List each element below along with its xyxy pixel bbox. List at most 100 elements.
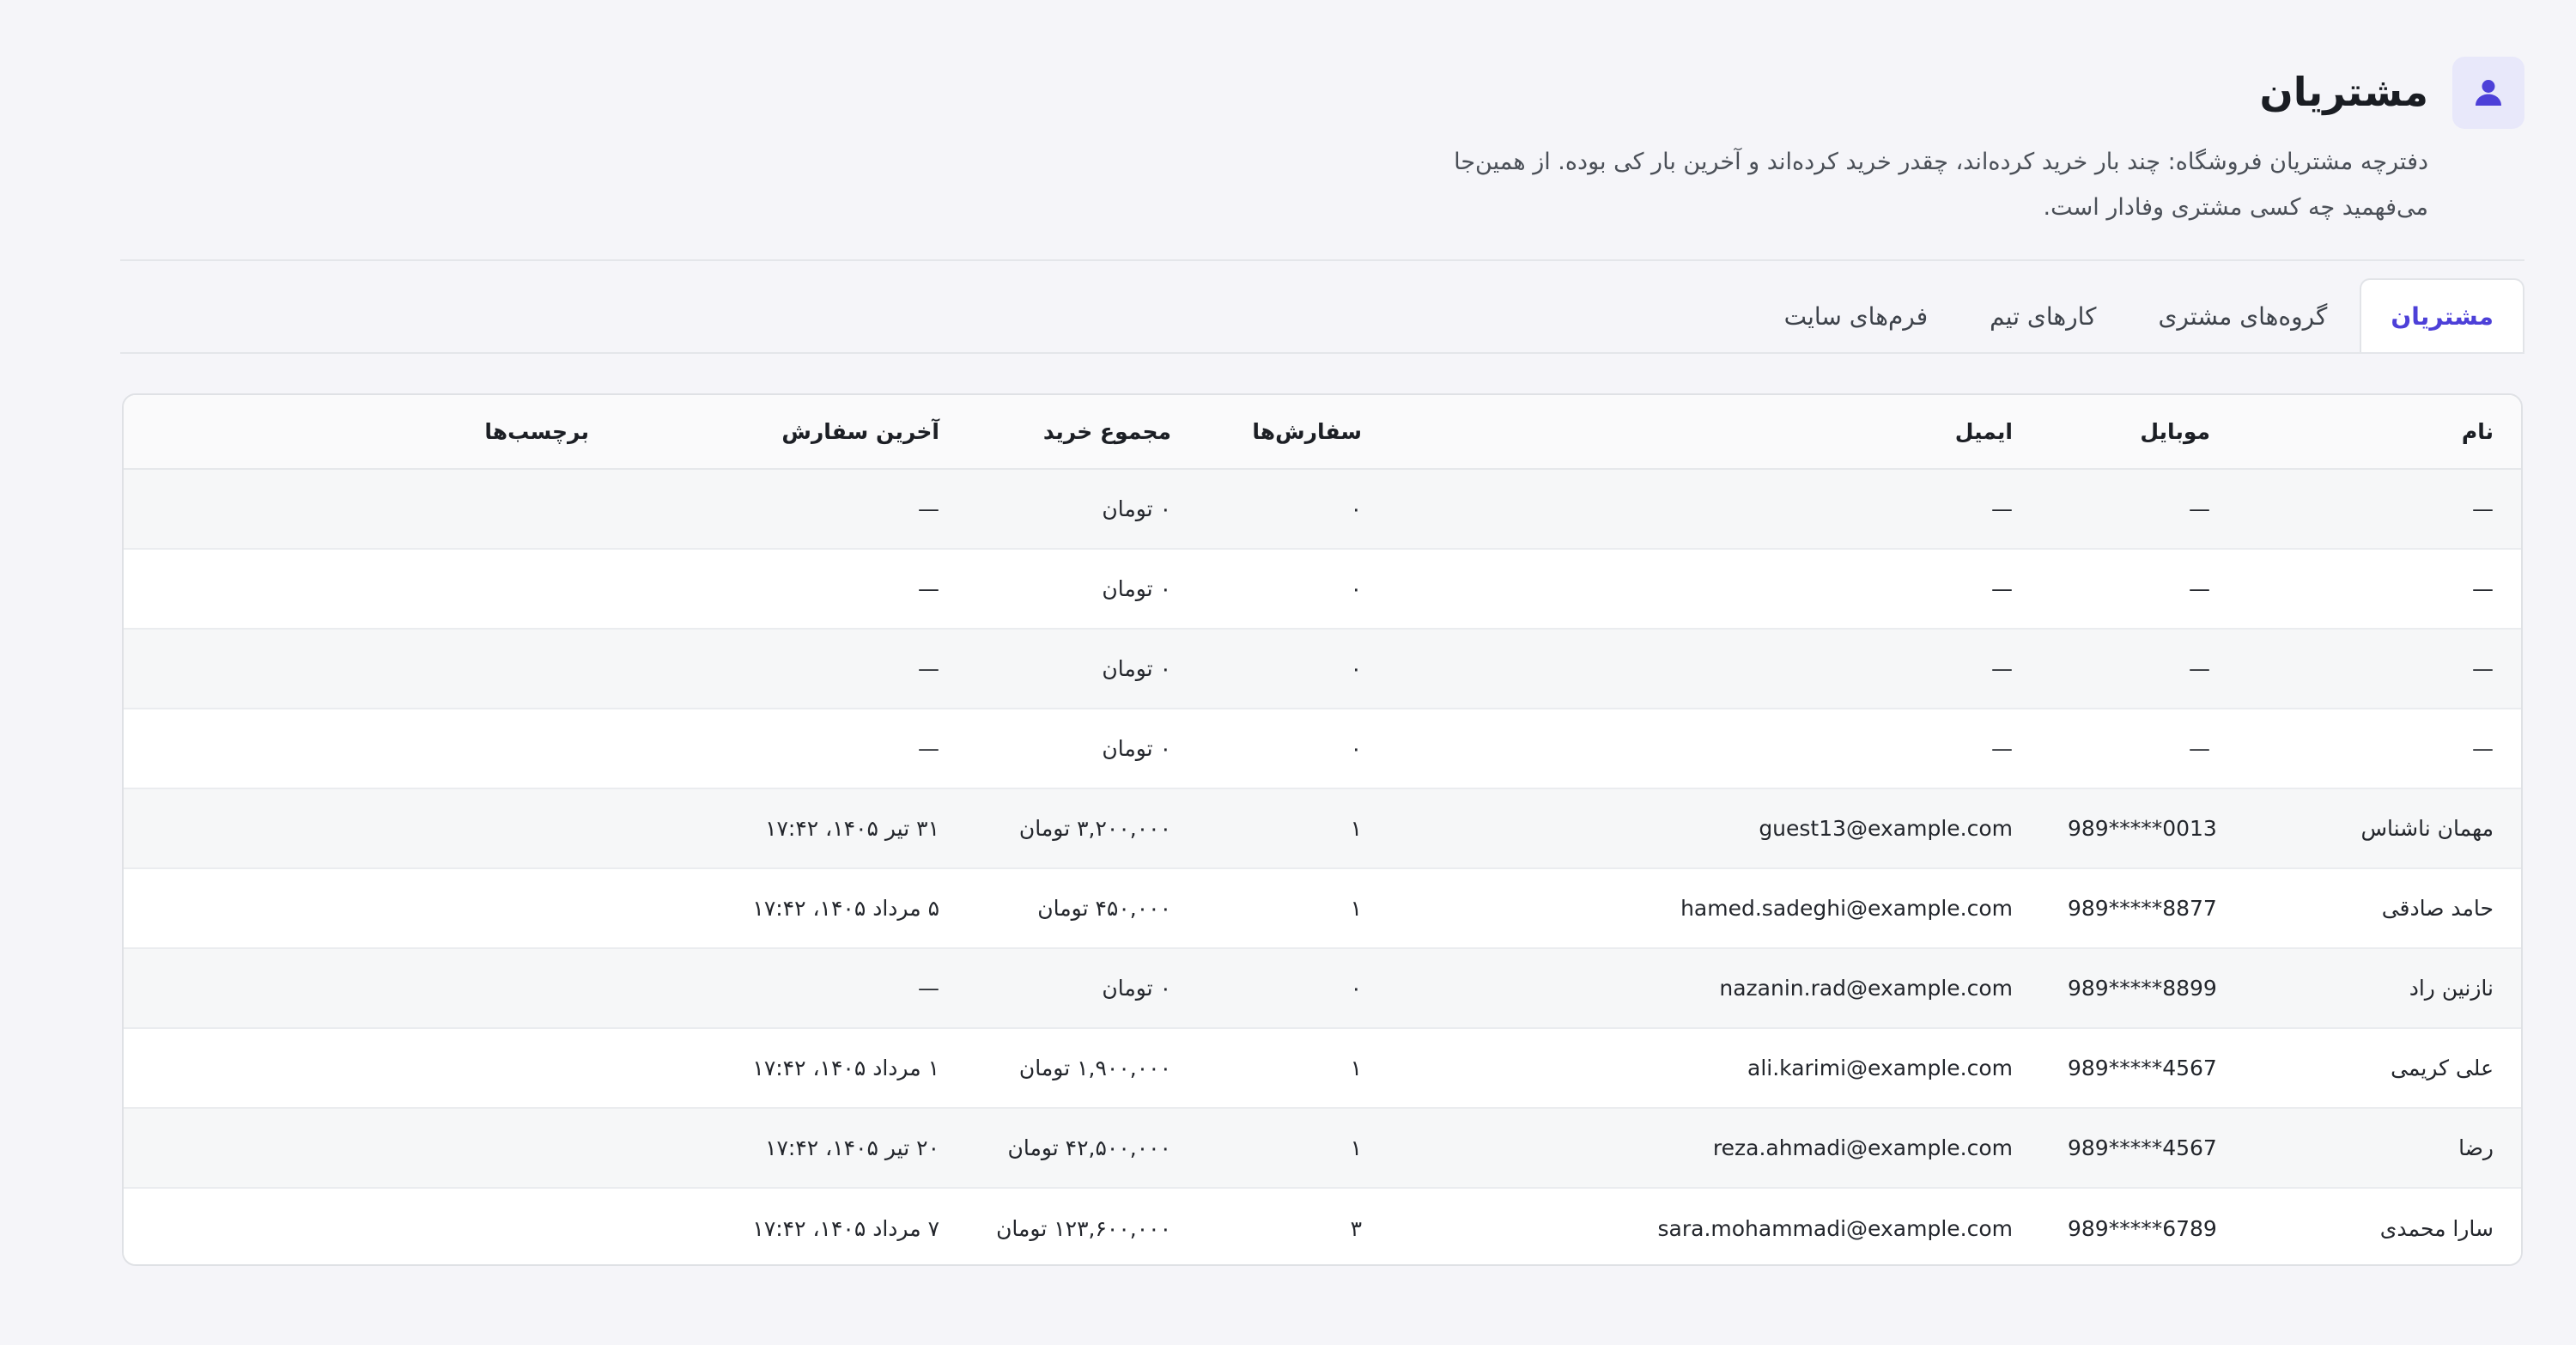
cell-name: حامد صادقی — [2381, 896, 2494, 921]
cell-mobile: 989*****4567 — [2068, 1056, 2217, 1080]
tab-customer-groups[interactable]: گروه‌های مشتری — [2129, 278, 2357, 354]
column-header-mobile[interactable]: موبایل — [2040, 395, 2238, 470]
table-row[interactable]: — — — ۰ ۰ تومان — — [124, 549, 2521, 629]
cell-last-order: ۱ مرداد ۱۴۰۵، ۱۷:۴۲ — [752, 1056, 939, 1080]
cell-tags — [124, 948, 623, 1028]
tab-team-tasks[interactable]: کارهای تیم — [1960, 278, 2125, 354]
cell-tags — [124, 549, 623, 629]
table-row[interactable]: سارا محمدی 989*****6789 sara.mohammadi@exa… — [124, 1188, 2521, 1264]
cell-total: ۳,۲۰۰,۰۰۰ تومان — [1018, 816, 1171, 841]
column-header-email[interactable]: ایمیل — [1413, 395, 2040, 470]
cell-name: مهمان ناشناس — [2360, 816, 2494, 841]
cell-email: hamed.sadeghi@example.com — [1680, 896, 2013, 921]
cell-email: ali.karimi@example.com — [1747, 1056, 2013, 1080]
cell-mobile: 989*****6789 — [2068, 1215, 2217, 1241]
cell-last-order: — — [918, 656, 939, 681]
cell-last-order: ۵ مرداد ۱۴۰۵، ۱۷:۴۲ — [752, 896, 939, 921]
cell-total: ۰ تومان — [1102, 736, 1171, 761]
cell-total: ۴۵۰,۰۰۰ تومان — [1037, 896, 1171, 921]
column-header-tags[interactable]: برچسب‌ها — [124, 395, 623, 470]
cell-total: ۰ تومان — [1102, 496, 1171, 521]
cell-tags — [124, 709, 623, 788]
cell-orders: ۰ — [1350, 576, 1362, 601]
cell-name: — — [2472, 736, 2494, 761]
table-header-row: نام موبایل ایمیل سفارش‌ها مجموع خرید آخر… — [124, 395, 2521, 470]
cell-orders: ۱ — [1350, 896, 1362, 921]
user-icon — [2452, 57, 2524, 129]
cell-tags — [124, 1028, 623, 1108]
cell-total: ۰ تومان — [1102, 976, 1171, 1001]
tabs-divider — [120, 352, 2524, 354]
table-row[interactable]: حامد صادقی 989*****8877 hamed.sadeghi@exam… — [124, 868, 2521, 948]
table-row[interactable]: رضا 989*****4567 reza.ahmadi@example.com ۱ ۴… — [124, 1108, 2521, 1188]
cell-email: — — [1991, 496, 2013, 521]
cell-email: sara.mohammadi@example.com — [1657, 1215, 2014, 1241]
cell-orders: ۰ — [1350, 976, 1362, 1001]
cell-tags — [124, 469, 623, 549]
column-header-last-order[interactable]: آخرین سفارش — [623, 395, 967, 470]
cell-last-order: — — [918, 976, 939, 1001]
cell-mobile: — — [2189, 496, 2210, 521]
cell-tags — [124, 788, 623, 868]
cell-orders: ۰ — [1350, 736, 1362, 761]
cell-orders: ۳ — [1350, 1215, 1362, 1241]
table-row[interactable]: نازنین راد 989*****8899 nazanin.rad@exampl… — [124, 948, 2521, 1028]
cell-total: ۰ تومان — [1102, 656, 1171, 681]
cell-orders: ۱ — [1350, 1056, 1362, 1080]
customers-table-card: نام موبایل ایمیل سفارش‌ها مجموع خرید آخر… — [122, 393, 2523, 1266]
cell-email: guest13@example.com — [1759, 816, 2013, 841]
table-row[interactable]: — — — ۰ ۰ تومان — — [124, 629, 2521, 709]
cell-mobile: 989*****8899 — [2068, 976, 2217, 1001]
cell-orders: ۰ — [1350, 656, 1362, 681]
cell-mobile: 989*****4567 — [2068, 1135, 2217, 1160]
cell-tags — [124, 868, 623, 948]
cell-last-order: — — [918, 496, 939, 521]
cell-email: — — [1991, 576, 2013, 601]
tab-site-forms[interactable]: فرم‌های سایت — [1755, 278, 1958, 354]
cell-orders: ۰ — [1350, 496, 1362, 521]
cell-name: سارا محمدی — [2379, 1215, 2494, 1241]
tab-bar: مشتریان گروه‌های مشتری کارهای تیم فرم‌ها… — [1752, 278, 2524, 354]
cell-orders: ۱ — [1350, 816, 1362, 841]
cell-last-order: — — [918, 576, 939, 601]
cell-email: nazanin.rad@example.com — [1719, 976, 2013, 1001]
tab-customers[interactable]: مشتریان — [2360, 278, 2524, 354]
cell-orders: ۱ — [1350, 1135, 1362, 1160]
column-header-total[interactable]: مجموع خرید — [967, 395, 1199, 470]
cell-email: reza.ahmadi@example.com — [1712, 1135, 2013, 1160]
cell-mobile: — — [2189, 736, 2210, 761]
customers-table: نام موبایل ایمیل سفارش‌ها مجموع خرید آخر… — [124, 395, 2521, 1264]
cell-name: — — [2472, 656, 2494, 681]
page-description: دفترچه مشتریان فروشگاه: چند بار خرید کرد… — [1454, 149, 2428, 221]
cell-name: — — [2472, 496, 2494, 521]
customers-page: مشتریان دفترچه مشتریان فروشگاه: چند بار … — [0, 0, 2576, 1345]
cell-last-order: ۷ مرداد ۱۴۰۵، ۱۷:۴۲ — [752, 1215, 939, 1241]
page-title: مشتریان — [2259, 69, 2429, 115]
cell-email: — — [1991, 736, 2013, 761]
cell-total: ۱,۹۰۰,۰۰۰ تومان — [1018, 1056, 1171, 1080]
cell-mobile: — — [2189, 656, 2210, 681]
divider — [120, 259, 2524, 261]
table-row[interactable]: — — — ۰ ۰ تومان — — [124, 709, 2521, 788]
cell-tags — [124, 629, 623, 709]
table-row[interactable]: — — — ۰ ۰ تومان — — [124, 469, 2521, 549]
table-row[interactable]: علی کریمی 989*****4567 ali.karimi@example.… — [124, 1028, 2521, 1108]
cell-total: ۱۲۳,۶۰۰,۰۰۰ تومان — [996, 1215, 1171, 1241]
cell-last-order: ۲۰ تیر ۱۴۰۵، ۱۷:۴۲ — [765, 1135, 939, 1160]
cell-mobile: 989*****0013 — [2068, 816, 2217, 841]
cell-total: ۰ تومان — [1102, 576, 1171, 601]
cell-mobile: — — [2189, 576, 2210, 601]
cell-tags — [124, 1108, 623, 1188]
cell-tags — [124, 1188, 623, 1264]
page-header: مشتریان دفترچه مشتریان فروشگاه: چند بار … — [120, 57, 2524, 221]
cell-mobile: 989*****8877 — [2068, 896, 2217, 921]
column-header-name[interactable]: نام — [2238, 395, 2521, 470]
table-row[interactable]: مهمان ناشناس 989*****0013 guest13@example.… — [124, 788, 2521, 868]
cell-email: — — [1991, 656, 2013, 681]
cell-name: علی کریمی — [2391, 1056, 2494, 1080]
column-header-orders[interactable]: سفارش‌ها — [1199, 395, 1413, 470]
cell-last-order: — — [918, 736, 939, 761]
cell-name: — — [2472, 576, 2494, 601]
cell-name: نازنین راد — [2409, 976, 2494, 1001]
cell-name: رضا — [2458, 1135, 2494, 1160]
